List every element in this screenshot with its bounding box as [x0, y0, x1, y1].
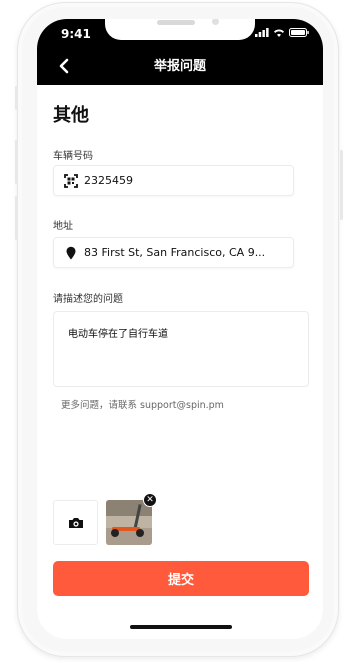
page-title: 其他	[53, 105, 89, 126]
page-header-title: 举报问题	[153, 59, 206, 74]
submit-button-label: 提交	[167, 573, 194, 588]
add-photo-button[interactable]	[53, 500, 98, 545]
description-textarea[interactable]: 电动车停在了自行车道	[53, 311, 309, 387]
status-time: 9:41	[61, 27, 91, 41]
close-icon: ✕	[146, 494, 154, 505]
address-field[interactable]: 83 First St, San Francisco, CA 9...	[53, 237, 294, 268]
remove-photo-button[interactable]: ✕	[143, 493, 157, 507]
description-value: 电动车停在了自行车道	[68, 329, 168, 340]
status-icons	[255, 28, 309, 37]
phone-volume-up-button	[15, 140, 18, 184]
battery-icon	[289, 28, 309, 37]
phone-screen: 9:41 举报问题 其他 车辆号码 2325459 地址 83 First St…	[37, 19, 323, 639]
support-contact-text: 更多问题，请联系 support@spin.pm	[61, 400, 224, 411]
vehicle-number-field[interactable]: 2325459	[53, 165, 294, 196]
front-camera	[212, 19, 219, 25]
camera-icon	[68, 517, 83, 528]
phone-power-button	[340, 150, 343, 220]
navigation-bar: 9:41 举报问题	[37, 19, 323, 85]
submit-button[interactable]: 提交	[53, 561, 309, 596]
notch	[105, 19, 255, 40]
signal-icon	[255, 28, 269, 37]
description-label: 请描述您的问题	[53, 294, 123, 305]
speaker	[157, 20, 195, 25]
address-label: 地址	[53, 221, 73, 232]
phone-side-button	[15, 86, 18, 110]
phone-volume-down-button	[15, 196, 18, 240]
qr-scan-icon	[64, 173, 78, 188]
attached-photo-thumbnail[interactable]	[106, 500, 152, 545]
vehicle-number-value: 2325459	[84, 174, 133, 187]
location-pin-icon	[66, 246, 76, 259]
home-indicator	[130, 625, 232, 629]
vehicle-number-label: 车辆号码	[53, 151, 93, 162]
scooter-photo	[106, 500, 152, 545]
wifi-icon	[274, 29, 284, 37]
address-value: 83 First St, San Francisco, CA 9...	[84, 246, 266, 259]
